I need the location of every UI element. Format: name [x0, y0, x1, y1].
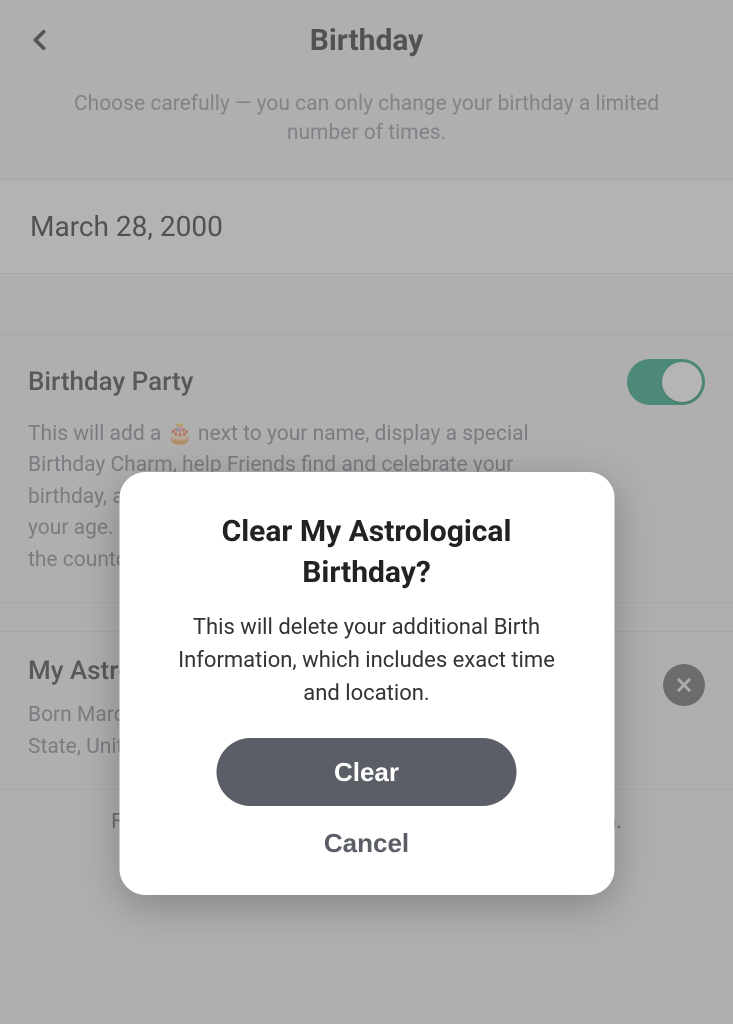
- dialog-title: Clear My Astrological Birthday?: [157, 512, 576, 593]
- cancel-button[interactable]: Cancel: [324, 828, 409, 859]
- clear-astrological-dialog: Clear My Astrological Birthday? This wil…: [119, 472, 614, 895]
- clear-button[interactable]: Clear: [217, 738, 517, 806]
- dialog-body: This will delete your additional Birth I…: [157, 611, 576, 710]
- modal-overlay[interactable]: Clear My Astrological Birthday? This wil…: [0, 0, 733, 1024]
